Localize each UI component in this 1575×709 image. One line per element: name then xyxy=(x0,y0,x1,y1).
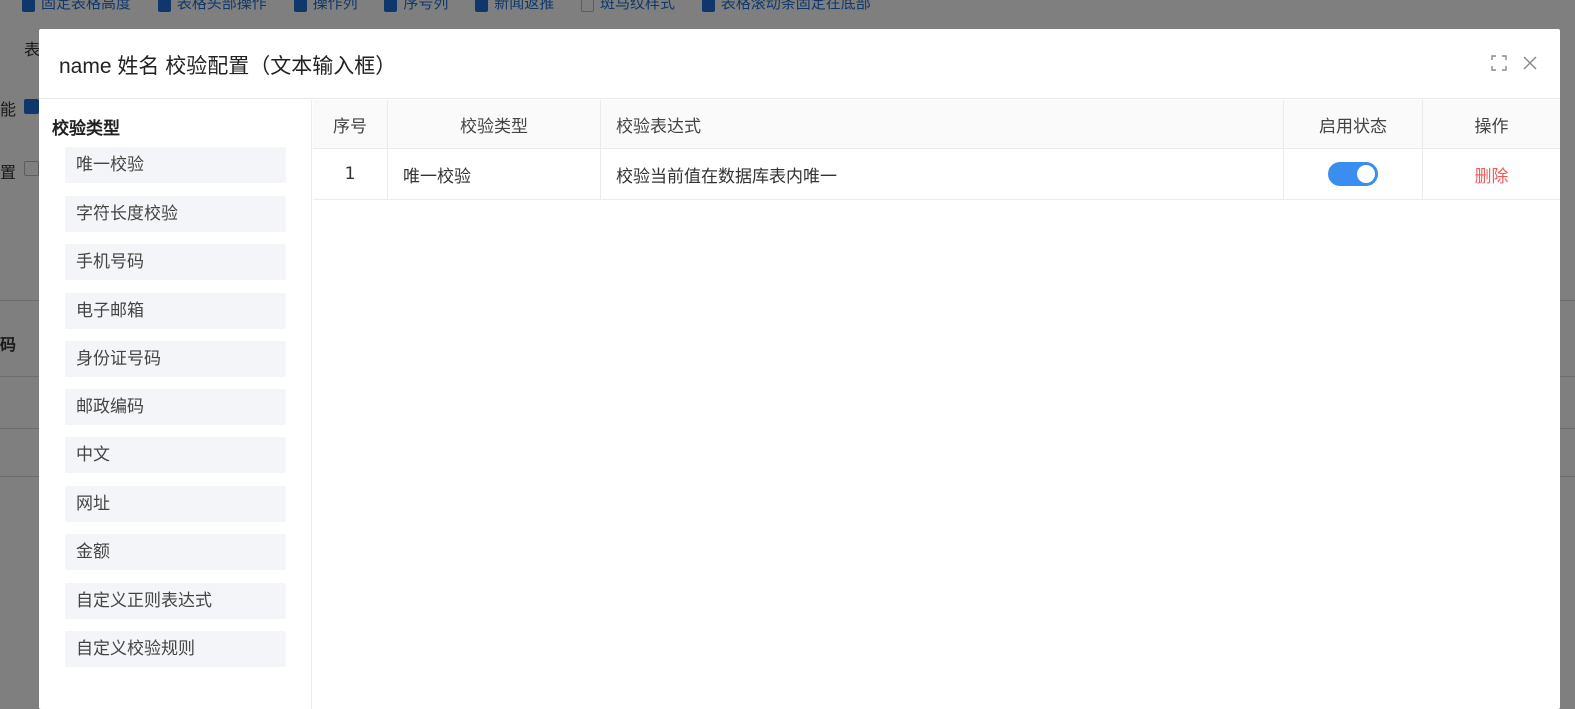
validation-type-item[interactable]: 邮政编码 xyxy=(65,389,286,425)
enabled-toggle[interactable] xyxy=(1328,162,1378,186)
validation-type-item[interactable]: 唯一校验 xyxy=(65,147,286,183)
row-index: 1 xyxy=(344,164,356,184)
validation-type-item[interactable]: 中文 xyxy=(65,437,286,473)
column-header-status: 启用状态 xyxy=(1319,116,1387,137)
validation-type-item[interactable]: 手机号码 xyxy=(65,244,286,280)
validation-type-item[interactable]: 电子邮箱 xyxy=(65,293,286,329)
dialog-title: name 姓名 校验配置（文本输入框） xyxy=(59,55,397,78)
validation-type-item[interactable]: 自定义校验规则 xyxy=(65,631,286,667)
validation-type-panel: 校验类型 唯一校验 字符长度校验 手机号码 电子邮箱 身份证号码 邮政编码 中文… xyxy=(39,100,312,709)
table-row: 1 唯一校验 校验当前值在数据库表内唯一 删除 xyxy=(313,149,1560,200)
validation-type-item[interactable]: 身份证号码 xyxy=(65,341,286,377)
column-header-expression: 校验表达式 xyxy=(616,116,701,137)
column-header-action: 操作 xyxy=(1474,116,1509,137)
validation-type-title: 校验类型 xyxy=(52,119,120,139)
row-expression: 校验当前值在数据库表内唯一 xyxy=(616,166,837,187)
row-action-cell: 删除 xyxy=(1423,149,1560,199)
validation-config-dialog: name 姓名 校验配置（文本输入框） 校验类型 唯一校验 字符长度校验 手机号… xyxy=(39,29,1560,709)
fullscreen-icon[interactable] xyxy=(1491,55,1507,71)
column-header-index: 序号 xyxy=(333,116,367,137)
row-type: 唯一校验 xyxy=(403,166,471,187)
validation-type-item[interactable]: 金额 xyxy=(65,534,286,570)
validation-type-item[interactable]: 网址 xyxy=(65,486,286,522)
validation-table: 序号 校验类型 校验表达式 启用状态 操作 1 唯一校验 校验当前值在数据库表内… xyxy=(313,100,1560,709)
delete-link[interactable]: 删除 xyxy=(1475,162,1509,187)
table-header: 序号 校验类型 校验表达式 启用状态 操作 xyxy=(313,100,1560,149)
toggle-knob xyxy=(1357,165,1375,183)
column-header-type: 校验类型 xyxy=(460,116,528,137)
validation-type-item[interactable]: 自定义正则表达式 xyxy=(65,583,286,619)
row-status-cell xyxy=(1284,149,1422,199)
close-icon[interactable] xyxy=(1522,55,1538,71)
dialog-header: name 姓名 校验配置（文本输入框） xyxy=(39,29,1560,99)
validation-type-item[interactable]: 字符长度校验 xyxy=(65,196,286,232)
